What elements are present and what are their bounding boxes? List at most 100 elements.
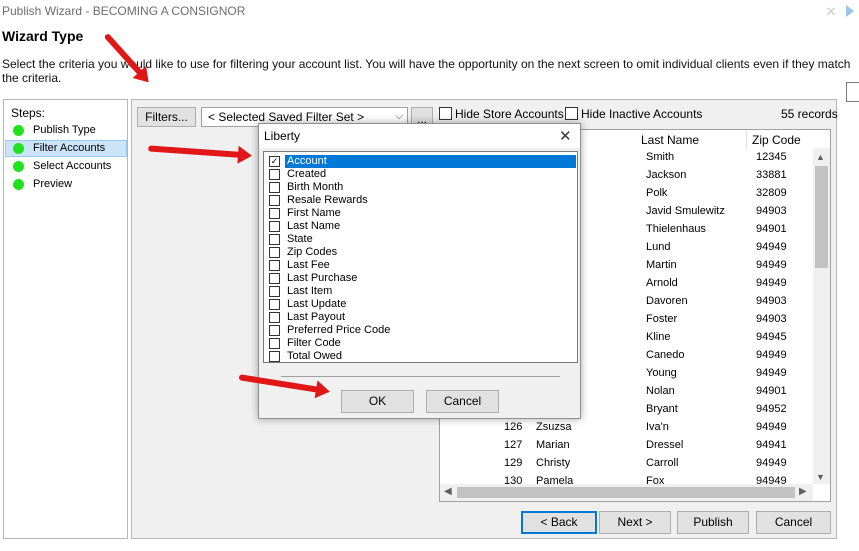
filter-option[interactable]: ✓ Account [267, 155, 576, 168]
filter-option-checkbox[interactable] [269, 169, 280, 180]
hide-store-checkbox[interactable] [439, 107, 452, 120]
filter-option-checkbox[interactable] [269, 286, 280, 297]
step-label: Preview [33, 178, 73, 190]
hide-inactive-label: Hide Inactive Accounts [581, 107, 703, 121]
filter-option[interactable]: Birth Month [267, 181, 576, 194]
partial-input-box [846, 82, 859, 102]
filter-option[interactable]: Zip Codes [267, 246, 576, 259]
step-select-accounts[interactable]: Select Accounts [5, 158, 127, 175]
filter-option[interactable]: Last Fee [267, 259, 576, 272]
scroll-thumb[interactable] [815, 166, 828, 268]
filter-option-checkbox[interactable] [269, 182, 280, 193]
scroll-up-icon[interactable]: ▲ [816, 152, 825, 162]
filter-option-label: Last Item [287, 285, 333, 297]
step-preview[interactable]: Preview [5, 176, 127, 193]
filter-options-list[interactable]: ✓ Account Created Birth Month Resale Rewards… [263, 151, 578, 363]
filter-option[interactable]: Resale Rewards [267, 194, 576, 207]
cancel-button[interactable]: Cancel [756, 511, 831, 534]
filters-button[interactable]: Filters... [137, 107, 196, 127]
cell-zip-code: 94903 [756, 313, 787, 325]
dialog-cancel-button[interactable]: Cancel [426, 390, 499, 413]
filter-option[interactable]: Total Owed [267, 350, 576, 363]
window-close-button[interactable]: ✕ [822, 3, 840, 20]
step-label: Publish Type [33, 124, 96, 136]
cell-first-name: Christy [536, 457, 571, 469]
scroll-thumb[interactable] [457, 487, 795, 498]
step-label: Filter Accounts [33, 142, 106, 154]
vertical-scrollbar[interactable]: ▲ ▼ [813, 148, 830, 484]
next-button[interactable]: Next > [599, 511, 671, 534]
hide-inactive-checkbox[interactable] [565, 107, 578, 120]
filter-option[interactable]: Last Item [267, 285, 576, 298]
status-dot-icon [13, 179, 24, 190]
filter-option-checkbox[interactable] [269, 351, 280, 362]
filter-option[interactable]: Last Name [267, 220, 576, 233]
filter-option-label: Last Purchase [287, 272, 358, 284]
filter-option[interactable]: Preferred Price Code [267, 324, 576, 337]
cell-last-name: Bryant [646, 403, 678, 415]
cell-zip-code: 94949 [756, 367, 787, 379]
filter-option-label: Resale Rewards [287, 194, 368, 206]
filter-option-label: Created [287, 168, 327, 180]
cell-zip-code: 94901 [756, 385, 787, 397]
status-dot-icon [13, 161, 24, 172]
filter-option[interactable]: State [267, 233, 576, 246]
hide-store-label: Hide Store Accounts [455, 107, 564, 121]
cell-account-id: 129 [504, 457, 523, 469]
cell-last-name: Carroll [646, 457, 679, 469]
filter-option-checkbox[interactable] [269, 234, 280, 245]
ok-button[interactable]: OK [341, 390, 414, 413]
step-publish-type[interactable]: Publish Type [5, 122, 127, 139]
cell-zip-code: 94903 [756, 205, 787, 217]
step-filter-accounts[interactable]: Filter Accounts [5, 140, 127, 157]
publish-button[interactable]: Publish [677, 511, 749, 534]
cell-last-name: Foster [646, 313, 678, 325]
scroll-left-icon[interactable]: ◀ [444, 486, 452, 497]
filter-option-checkbox[interactable] [269, 338, 280, 349]
filter-option-checkbox[interactable] [269, 299, 280, 310]
filter-option[interactable]: First Name [267, 207, 576, 220]
filter-option[interactable]: Last Purchase [267, 272, 576, 285]
filter-option-checkbox[interactable] [269, 221, 280, 232]
filter-option-checkbox[interactable] [269, 195, 280, 206]
filter-option-checkbox[interactable] [269, 325, 280, 336]
cell-zip-code: 94949 [756, 259, 787, 271]
cell-zip-code: 94949 [756, 241, 787, 253]
chevron-down-icon: ⌵ [395, 111, 403, 122]
filter-option[interactable]: Filter Code [267, 337, 576, 350]
dialog-close-button[interactable]: ✕ [559, 127, 572, 145]
cell-last-name: Kline [646, 331, 671, 343]
filter-option-checkbox[interactable]: ✓ [269, 156, 280, 167]
horizontal-scrollbar[interactable]: ◀ ▶ [440, 484, 813, 501]
cell-last-name: Dressel [646, 439, 684, 451]
filter-option[interactable]: Created [267, 168, 576, 181]
dialog-title-bar: Liberty [259, 124, 580, 148]
window-title: Publish Wizard - BECOMING A CONSIGNOR [2, 4, 246, 18]
filter-option[interactable]: Last Payout [267, 311, 576, 324]
status-dot-icon [13, 143, 24, 154]
play-icon [846, 5, 854, 17]
cell-zip-code: 94952 [756, 403, 787, 415]
saved-filter-value: < Selected Saved Filter Set > [208, 110, 365, 124]
filter-option-checkbox[interactable] [269, 273, 280, 284]
filter-option-checkbox[interactable] [269, 312, 280, 323]
column-header-zip-code[interactable]: Zip Code [752, 133, 801, 147]
filter-option-label: Last Fee [287, 259, 330, 271]
record-count: 55 records [781, 107, 838, 121]
scroll-right-icon[interactable]: ▶ [799, 486, 807, 497]
filter-option[interactable]: Last Update [267, 298, 576, 311]
cell-zip-code: 94949 [756, 349, 787, 361]
cell-first-name: Marian [536, 439, 570, 451]
cell-last-name: Nolan [646, 385, 675, 397]
scroll-down-icon[interactable]: ▼ [816, 472, 825, 482]
filter-option-checkbox[interactable] [269, 260, 280, 271]
filter-option-checkbox[interactable] [269, 208, 280, 219]
divider [281, 376, 560, 377]
filter-option-checkbox[interactable] [269, 247, 280, 258]
back-button[interactable]: < Back [521, 511, 597, 534]
filter-option-label: Preferred Price Code [287, 324, 391, 336]
cell-first-name: Zsuzsa [536, 421, 572, 433]
cell-zip-code: 94945 [756, 331, 787, 343]
cell-last-name: Davoren [646, 295, 688, 307]
column-header-last-name[interactable]: Last Name [641, 133, 699, 147]
